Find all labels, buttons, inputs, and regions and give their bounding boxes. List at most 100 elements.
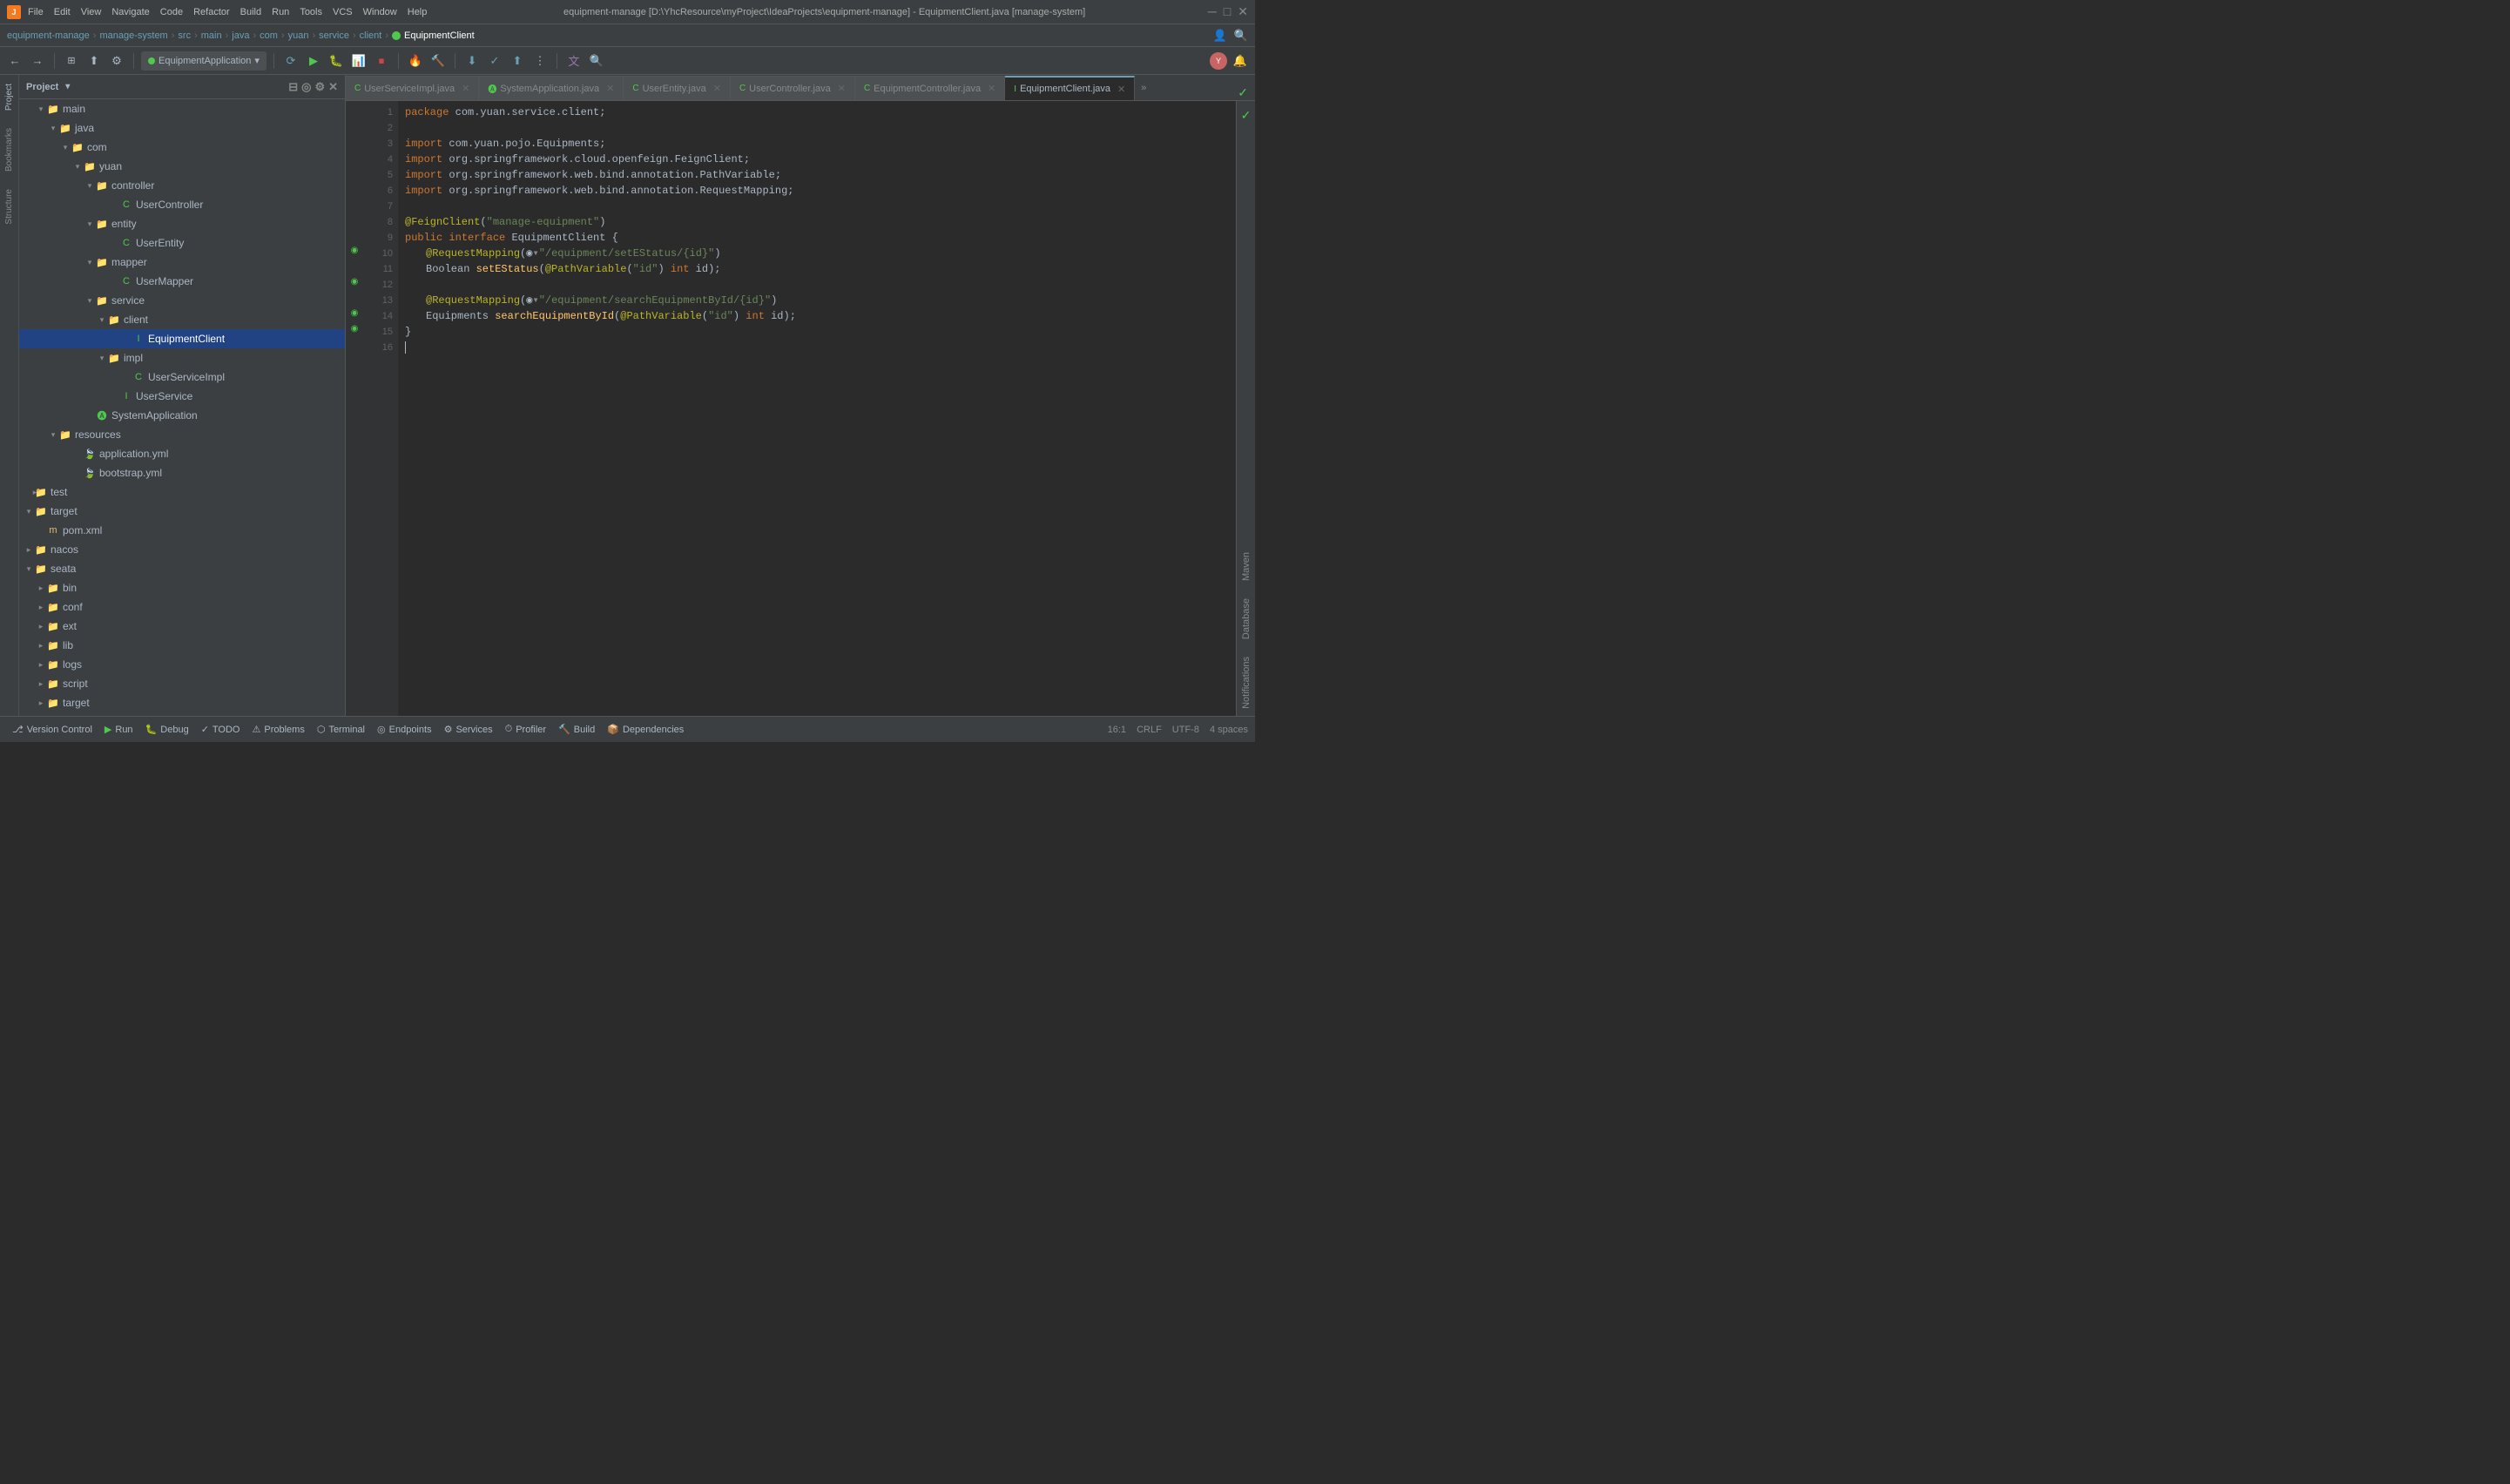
run-status-button[interactable]: ▶ Run xyxy=(99,720,138,739)
tree-item-target-orange[interactable]: ▾ 📁 target xyxy=(19,502,345,521)
tree-item-resources[interactable]: ▾ 📁 resources xyxy=(19,425,345,444)
endpoints-button[interactable]: ◎ Endpoints xyxy=(372,720,437,739)
tree-item-service[interactable]: ▾ 📁 service xyxy=(19,291,345,310)
gutter-line-13[interactable]: ◉ xyxy=(346,305,363,320)
tree-item-equipmentclient[interactable]: ▸ I EquipmentClient xyxy=(19,329,345,348)
tree-item-target2[interactable]: ▸ 📁 target xyxy=(19,693,345,712)
bc-main[interactable]: main xyxy=(201,30,222,41)
tree-item-conf[interactable]: ▸ 📁 conf xyxy=(19,597,345,617)
menu-file[interactable]: File xyxy=(28,7,44,17)
search-button[interactable]: 🔍 xyxy=(587,51,606,71)
menu-navigate[interactable]: Navigate xyxy=(111,7,149,17)
tab-close-icon[interactable]: ✕ xyxy=(988,83,995,94)
tree-item-ext[interactable]: ▸ 📁 ext xyxy=(19,617,345,636)
tree-item-nacos[interactable]: ▸ 📁 nacos xyxy=(19,540,345,559)
maximize-button[interactable]: □ xyxy=(1224,4,1231,19)
bc-yuan[interactable]: yuan xyxy=(288,30,309,41)
tab-systemapplication[interactable]: 🅐 SystemApplication.java ✕ xyxy=(479,76,624,100)
menu-vcs[interactable]: VCS xyxy=(333,7,353,17)
run-configuration[interactable]: EquipmentApplication ▾ xyxy=(141,51,267,71)
tree-item-test[interactable]: ▸ 📁 test xyxy=(19,482,345,502)
editor-checkmark[interactable]: ✓ xyxy=(1238,85,1255,100)
menu-refactor[interactable]: Refactor xyxy=(193,7,230,17)
code-editor[interactable]: package com.yuan.service.client; import … xyxy=(398,101,1236,716)
tree-item-java[interactable]: ▾ 📁 java xyxy=(19,118,345,138)
tree-item-seata[interactable]: ▾ 📁 seata xyxy=(19,559,345,578)
tab-close-icon[interactable]: ✕ xyxy=(713,83,721,94)
vcs-commit-button[interactable]: ✓ xyxy=(485,51,504,71)
tab-usercontroller[interactable]: C UserController.java ✕ xyxy=(731,76,855,100)
todo-button[interactable]: ✓ TODO xyxy=(196,720,246,739)
line-ending[interactable]: CRLF xyxy=(1137,725,1162,735)
editor-ok-icon[interactable]: ✓ xyxy=(1241,108,1252,123)
run-with-coverage-button[interactable]: 📊 xyxy=(349,51,368,71)
menu-edit[interactable]: Edit xyxy=(54,7,71,17)
vcs-menu-button[interactable]: ⋮ xyxy=(530,51,550,71)
profiler-button[interactable]: ⏱ Profiler xyxy=(500,720,551,739)
tabs-overflow-button[interactable]: » xyxy=(1135,76,1152,100)
sync-button[interactable]: ⟳ xyxy=(281,51,300,71)
tab-close-icon[interactable]: ✕ xyxy=(838,83,846,94)
forward-button[interactable]: → xyxy=(28,51,47,71)
code-line-16[interactable] xyxy=(405,340,1229,355)
bookmarks-panel-toggle[interactable]: Bookmarks xyxy=(3,126,16,173)
menu-build[interactable]: Build xyxy=(240,7,261,17)
navigate-up-button[interactable]: ⬆ xyxy=(84,51,104,71)
tab-userserviceimpl[interactable]: C UserServiceImpl.java ✕ xyxy=(346,76,479,100)
project-tree[interactable]: ▾ 📁 main ▾ 📁 java ▾ 📁 com ▾ 📁 yuan xyxy=(19,99,345,716)
tab-userentity[interactable]: C UserEntity.java ✕ xyxy=(624,76,731,100)
version-control-button[interactable]: ⎇ Version Control xyxy=(7,720,98,739)
tree-item-bin[interactable]: ▸ 📁 bin xyxy=(19,578,345,597)
tree-item-lib[interactable]: ▸ 📁 lib xyxy=(19,636,345,655)
profile-button[interactable]: 🔥 xyxy=(406,51,425,71)
tree-item-usercontroller[interactable]: ▸ C UserController xyxy=(19,195,345,214)
notifications-button[interactable]: 🔔 xyxy=(1231,51,1250,71)
tree-item-userserviceimpl[interactable]: ▸ C UserServiceImpl xyxy=(19,368,345,387)
maven-panel-toggle[interactable]: Maven xyxy=(1238,545,1255,588)
collapse-all-icon[interactable]: ⊟ xyxy=(288,80,298,94)
settings-button[interactable]: ⚙ xyxy=(107,51,126,71)
tab-close-icon[interactable]: ✕ xyxy=(462,83,469,94)
menu-tools[interactable]: Tools xyxy=(300,7,322,17)
vcs-push-button[interactable]: ⬆ xyxy=(508,51,527,71)
tree-item-com[interactable]: ▾ 📁 com xyxy=(19,138,345,157)
menu-view[interactable]: View xyxy=(81,7,102,17)
tree-item-bootstrap-yml[interactable]: ▸ 🍃 bootstrap.yml xyxy=(19,463,345,482)
avatar-button[interactable]: Y xyxy=(1210,52,1227,70)
services-button[interactable]: ⚙ Services xyxy=(439,720,498,739)
vcs-update-button[interactable]: ⬇ xyxy=(462,51,482,71)
terminal-button[interactable]: ⬡ Terminal xyxy=(312,720,370,739)
tree-item-impl[interactable]: ▾ 📁 impl xyxy=(19,348,345,368)
tree-item-yuan[interactable]: ▾ 📁 yuan xyxy=(19,157,345,176)
tree-item-script[interactable]: ▸ 📁 script xyxy=(19,674,345,693)
tree-item-application-yml[interactable]: ▸ 🍃 application.yml xyxy=(19,444,345,463)
tab-equipmentcontroller[interactable]: C EquipmentController.java ✕ xyxy=(855,76,1005,100)
run-button[interactable]: ▶ xyxy=(304,51,323,71)
dependencies-button[interactable]: 📦 Dependencies xyxy=(602,720,689,739)
tree-item-systemapplication[interactable]: ▸ 🅐 SystemApplication xyxy=(19,406,345,425)
tab-close-icon[interactable]: ✕ xyxy=(1117,84,1125,95)
tree-item-pom-xml[interactable]: ▸ m pom.xml xyxy=(19,521,345,540)
tree-item-usermapper[interactable]: ▸ C UserMapper xyxy=(19,272,345,291)
tree-item-userentity[interactable]: ▸ C UserEntity xyxy=(19,233,345,253)
locate-file-icon[interactable]: ◎ xyxy=(301,80,311,94)
tree-item-userservice[interactable]: ▸ I UserService xyxy=(19,387,345,406)
bc-client[interactable]: client xyxy=(360,30,382,41)
tree-item-entity[interactable]: ▾ 📁 entity xyxy=(19,214,345,233)
tree-item-logs[interactable]: ▸ 📁 logs xyxy=(19,655,345,674)
tab-equipmentclient[interactable]: I EquipmentClient.java ✕ xyxy=(1005,76,1135,100)
search-everywhere-icon[interactable]: 🔍 xyxy=(1234,29,1248,43)
run-config-dropdown-icon[interactable]: ▾ xyxy=(254,55,260,66)
build-button[interactable]: 🔨 xyxy=(428,51,448,71)
menu-code[interactable]: Code xyxy=(160,7,183,17)
tree-item-mapper[interactable]: ▾ 📁 mapper xyxy=(19,253,345,272)
back-button[interactable]: ← xyxy=(5,51,24,71)
bc-equipment-manage[interactable]: equipment-manage xyxy=(7,30,90,41)
gutter-line-11b[interactable]: ◉ xyxy=(346,273,363,289)
problems-button[interactable]: ⚠ Problems xyxy=(246,720,309,739)
encoding[interactable]: UTF-8 xyxy=(1172,725,1199,735)
window-controls[interactable]: ─ □ ✕ xyxy=(1208,4,1248,19)
close-panel-icon[interactable]: ✕ xyxy=(328,80,338,94)
close-button[interactable]: ✕ xyxy=(1238,4,1248,19)
build-status-button[interactable]: 🔨 Build xyxy=(553,720,600,739)
